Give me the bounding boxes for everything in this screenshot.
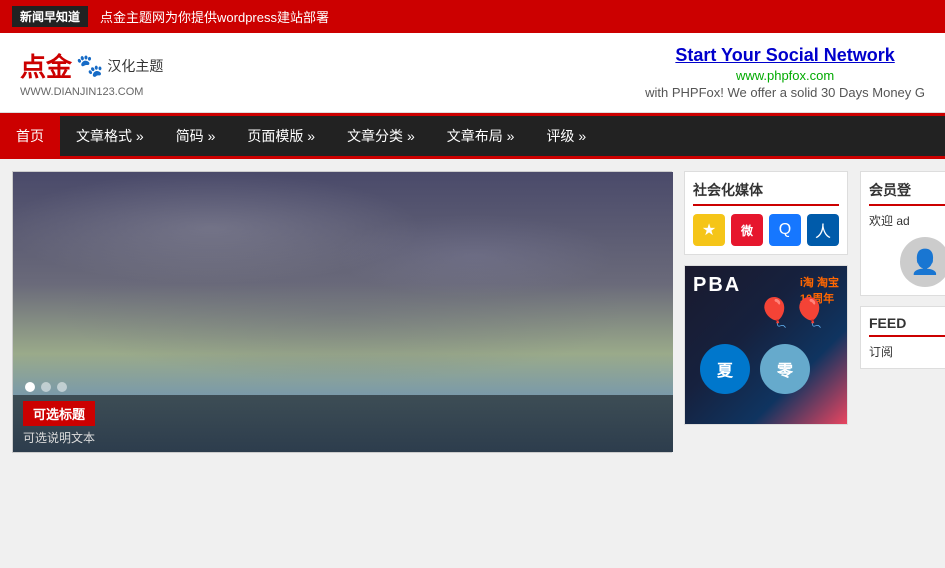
dot-2[interactable] [41, 382, 51, 392]
nav-item-page-template[interactable]: 页面模版 » [231, 116, 331, 156]
nav-item-article-category[interactable]: 文章分类 » [331, 116, 431, 156]
avatar: 👤 [900, 237, 945, 287]
phpfox-url: www.phpfox.com [645, 68, 925, 83]
main-nav: 首页 文章格式 » 简码 » 页面模版 » 文章分类 » 文章布局 » 评级 » [0, 113, 945, 156]
feed-title: FEED [869, 315, 945, 337]
top-bar: 新闻早知道 点金主题网为你提供wordpress建站部署 [0, 0, 945, 33]
right-sidebar: 会员登 欢迎 ad 👤 FEED 订阅 [860, 171, 945, 453]
logo-url: WWW.DIANJIN123.COM [20, 86, 143, 98]
featured-area: 可选标题 可选说明文本 [12, 171, 672, 453]
middle-sidebar: 社会化媒体 ★ 微 Q 人 PBA i淘 淘宝10周年 🎈🎈 夏 零 [684, 171, 848, 453]
header-desc: with PHPFox! We offer a solid 30 Days Mo… [645, 85, 925, 100]
dot-1[interactable] [25, 382, 35, 392]
logo-img: 点金 🐾 汉化主题 [20, 47, 163, 84]
weibo-icon[interactable]: 微 [731, 214, 763, 246]
ad-summer-text: 夏 [700, 344, 750, 394]
member-title: 会员登 [869, 180, 945, 206]
qq-icon[interactable]: Q [769, 214, 801, 246]
featured-caption: 可选标题 可选说明文本 [13, 395, 673, 452]
nav-item-shortcode[interactable]: 简码 » [160, 116, 232, 156]
slideshow-dots [25, 382, 67, 392]
star-icon[interactable]: ★ [693, 214, 725, 246]
social-network-link[interactable]: Start Your Social Network [645, 45, 925, 66]
header: 点金 🐾 汉化主题 WWW.DIANJIN123.COM Start Your … [0, 33, 945, 113]
featured-image: 可选标题 可选说明文本 [13, 172, 673, 452]
social-icons: ★ 微 Q 人 [693, 214, 839, 246]
main-content: 可选标题 可选说明文本 社会化媒体 ★ 微 Q 人 PBA i淘 淘宝10周年 … [0, 159, 945, 465]
ad-pba-text: PBA [693, 274, 741, 297]
top-bar-tag: 新闻早知道 [12, 6, 88, 27]
feed-subscribe: 订阅 [869, 343, 945, 360]
feed-section: FEED 订阅 [860, 306, 945, 369]
ad-banner[interactable]: PBA i淘 淘宝10周年 🎈🎈 夏 零 [684, 265, 848, 425]
ad-balloon-icon: 🎈🎈 [757, 296, 827, 329]
paw-icon: 🐾 [76, 53, 103, 79]
ad-zero-text: 零 [760, 344, 810, 394]
caption-sub: 可选说明文本 [23, 429, 663, 446]
social-title: 社会化媒体 [693, 180, 839, 206]
member-section: 会员登 欢迎 ad 👤 [860, 171, 945, 296]
renren-icon[interactable]: 人 [807, 214, 839, 246]
caption-title: 可选标题 [23, 401, 95, 426]
nav-item-home[interactable]: 首页 [0, 116, 60, 156]
nav-item-article-layout[interactable]: 文章布局 » [431, 116, 531, 156]
nav-item-article-format[interactable]: 文章格式 » [60, 116, 160, 156]
logo-main-text: 点金 [20, 47, 72, 84]
top-bar-text: 点金主题网为你提供wordpress建站部署 [100, 7, 329, 26]
member-welcome: 欢迎 ad [869, 212, 945, 229]
logo-area: 点金 🐾 汉化主题 WWW.DIANJIN123.COM [20, 47, 163, 98]
nav-item-rating[interactable]: 评级 » [530, 116, 602, 156]
logo-sub-text: 汉化主题 [107, 56, 163, 76]
social-section: 社会化媒体 ★ 微 Q 人 [684, 171, 848, 255]
ad-inner: PBA i淘 淘宝10周年 🎈🎈 夏 零 [685, 266, 847, 424]
dot-3[interactable] [57, 382, 67, 392]
header-right: Start Your Social Network www.phpfox.com… [645, 45, 925, 100]
